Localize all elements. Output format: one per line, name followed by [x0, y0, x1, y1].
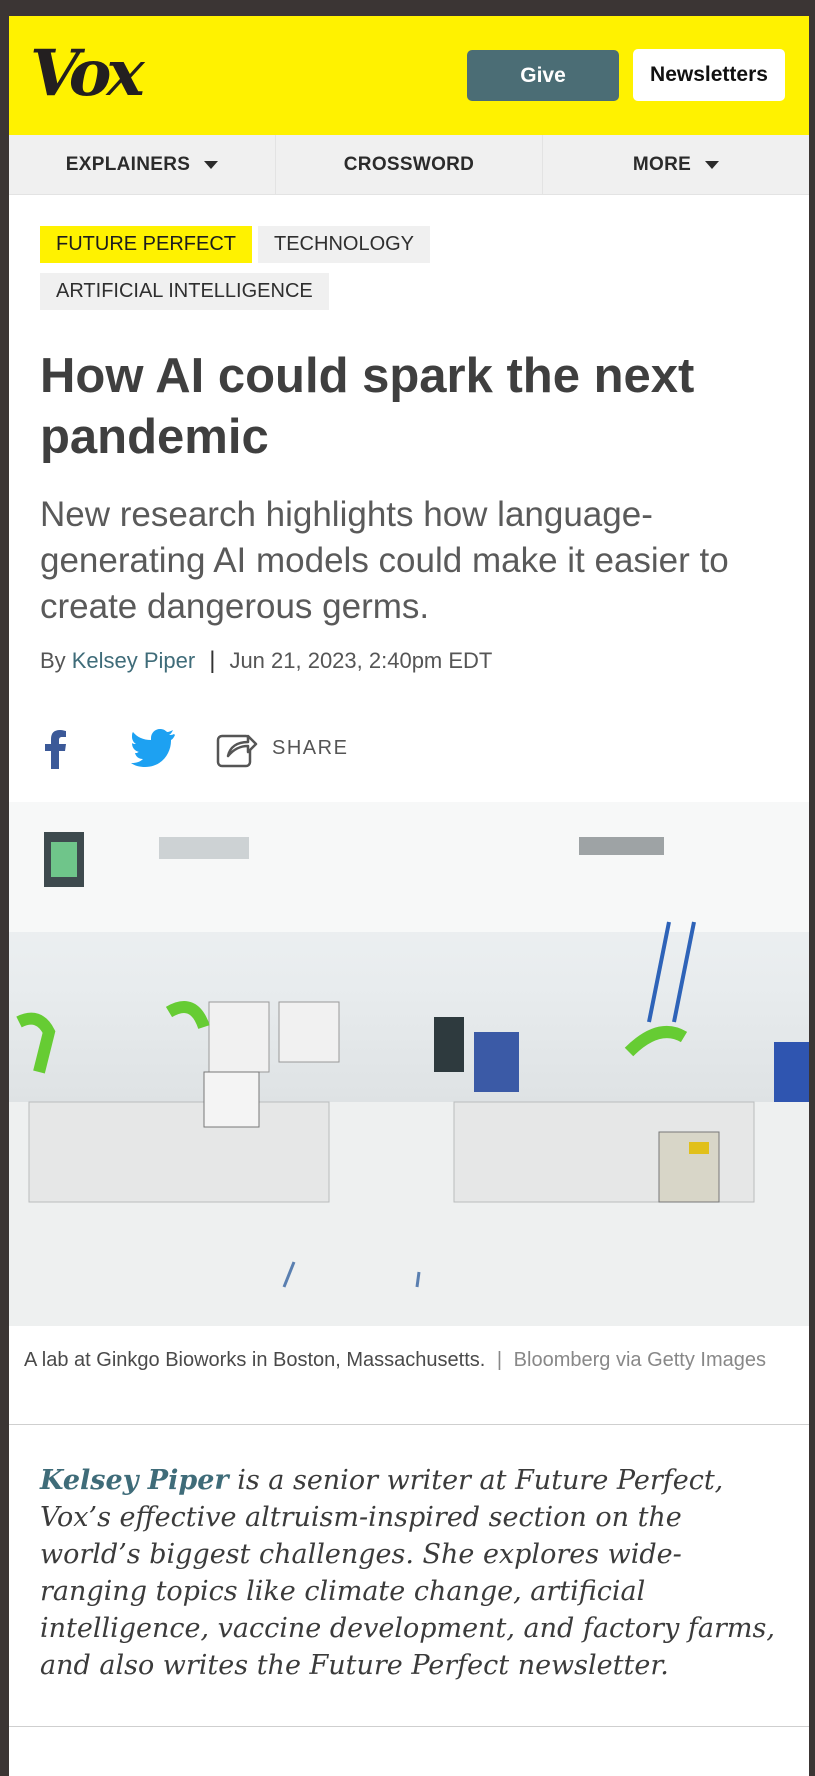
bio-text: is a senior writer at Future Perfect, Vo…: [40, 1465, 775, 1681]
tag-technology[interactable]: TECHNOLOGY: [258, 226, 431, 263]
tag-artificial-intelligence[interactable]: ARTIFICIAL INTELLIGENCE: [40, 273, 329, 310]
nav-explainers-label: EXPLAINERS: [65, 153, 191, 175]
divider: [9, 1726, 809, 1727]
give-button[interactable]: Give: [467, 50, 619, 101]
byline-prefix: By: [40, 648, 66, 673]
image-caption: A lab at Ginkgo Bioworks in Boston, Mass…: [24, 1343, 784, 1377]
image-credit: Bloomberg via Getty Images: [513, 1349, 767, 1371]
lab-photo: [9, 802, 809, 1326]
facebook-icon[interactable]: [40, 727, 70, 769]
twitter-icon[interactable]: [130, 728, 176, 768]
nav-more[interactable]: MORE: [543, 135, 809, 194]
tag-list: FUTURE PERFECT TECHNOLOGY ARTIFICIAL INTE…: [40, 226, 780, 320]
bio-author-link[interactable]: Kelsey Piper: [40, 1465, 229, 1496]
author-link[interactable]: Kelsey Piper: [72, 648, 196, 674]
newsletters-button[interactable]: Newsletters: [633, 49, 785, 101]
article-headline: How AI could spark the next pandemic: [40, 349, 695, 464]
page: Vox Give Newsletters EXPLAINERS CROSSWOR…: [9, 16, 809, 1776]
tag-future-perfect[interactable]: FUTURE PERFECT: [40, 226, 252, 263]
nav-explainers[interactable]: EXPLAINERS: [9, 135, 276, 194]
share-bar: SHARE: [40, 726, 348, 770]
chevron-down-icon: [204, 160, 219, 169]
byline: By Kelsey Piper | Jun 21, 2023, 2:40pm E…: [40, 647, 492, 675]
hero-image: [9, 802, 809, 1326]
divider: [9, 1424, 809, 1425]
nav-crossword-label: CROSSWORD: [343, 153, 475, 175]
nav-crossword[interactable]: CROSSWORD: [276, 135, 543, 194]
caption-separator: |: [496, 1349, 503, 1371]
author-bio: Kelsey Piper is a senior writer at Futur…: [40, 1462, 780, 1684]
byline-separator: |: [209, 647, 216, 674]
share-icon[interactable]: [216, 728, 258, 768]
main-nav: EXPLAINERS CROSSWORD MORE: [9, 135, 809, 195]
article-dek: New research highlights how language-gen…: [40, 495, 729, 626]
caption-text: A lab at Ginkgo Bioworks in Boston, Mass…: [24, 1349, 486, 1371]
vox-logo[interactable]: Vox: [30, 36, 145, 111]
chevron-down-icon: [705, 160, 720, 169]
share-label[interactable]: SHARE: [272, 737, 348, 760]
site-header: Vox Give Newsletters: [9, 16, 809, 135]
publish-date: Jun 21, 2023, 2:40pm EDT: [229, 648, 493, 673]
nav-more-label: MORE: [632, 153, 692, 175]
